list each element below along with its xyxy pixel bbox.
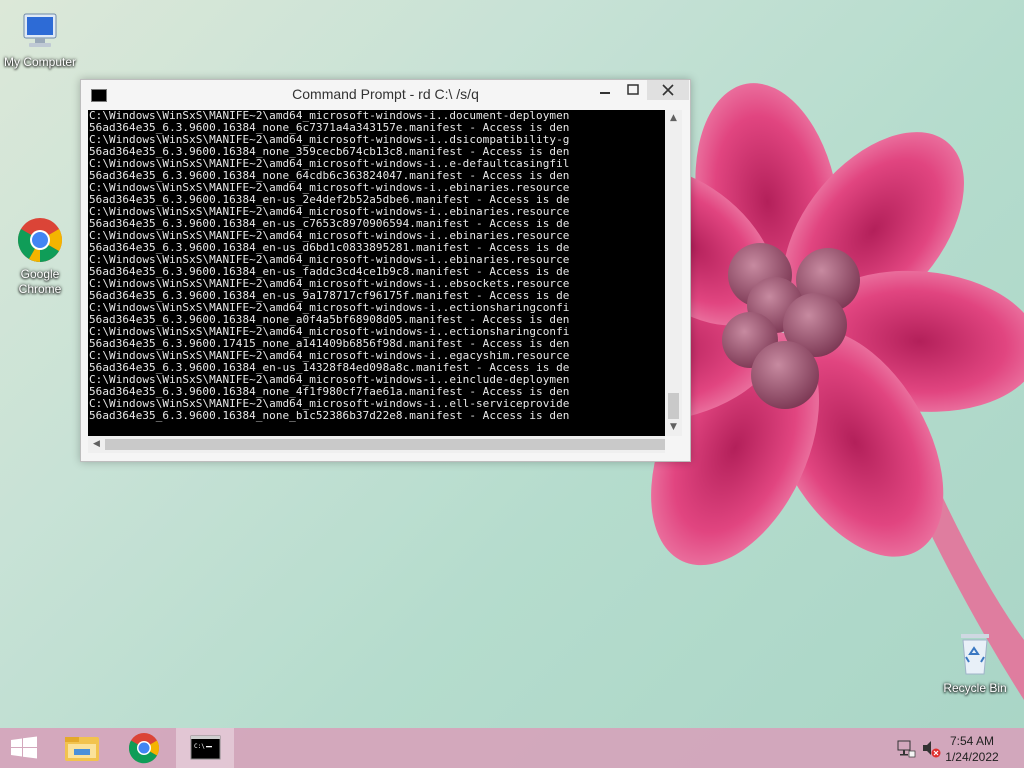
maximize-button[interactable] — [619, 80, 647, 100]
computer-icon — [23, 13, 57, 47]
scroll-left-icon[interactable]: ◀ — [88, 436, 105, 453]
clock-date: 1/24/2022 — [945, 750, 999, 764]
minimize-button[interactable] — [591, 80, 619, 100]
clock-time: 7:54 AM — [949, 734, 995, 748]
recycle-bin-label: Recycle Bin — [943, 681, 1007, 695]
my-computer-shortcut[interactable]: My Computer — [0, 10, 80, 70]
command-prompt-window[interactable]: Command Prompt - rd C:\ /s/q C:\Windows\… — [80, 79, 691, 462]
horizontal-scroll-thumb[interactable] — [105, 439, 665, 450]
vertical-scrollbar[interactable]: ▲ ▼ — [665, 110, 682, 436]
google-chrome-label: Google Chrome — [18, 267, 62, 296]
svg-text:C:\: C:\ — [194, 743, 205, 750]
recycle-bin-shortcut[interactable]: Recycle Bin — [935, 630, 1015, 696]
console-output[interactable]: C:\Windows\WinSxS\MANIFE~2\amd64_microso… — [88, 110, 665, 436]
network-icon[interactable] — [895, 728, 917, 768]
chrome-icon — [18, 218, 62, 262]
horizontal-scrollbar[interactable]: ◀ — [88, 436, 665, 453]
volume-muted-icon[interactable] — [920, 728, 942, 768]
title-bar[interactable]: Command Prompt - rd C:\ /s/q — [81, 80, 690, 110]
console-line: 56ad364e35_6.3.9600.16384_none_b1c52386b… — [89, 409, 570, 422]
file-explorer-icon[interactable] — [58, 728, 106, 768]
taskbar: C:\ 7:54 AM 1/24/2022 — [0, 728, 1024, 768]
scroll-down-icon[interactable]: ▼ — [665, 419, 682, 436]
scroll-up-icon[interactable]: ▲ — [665, 110, 682, 127]
google-chrome-shortcut[interactable]: Google Chrome — [0, 216, 80, 297]
vertical-scroll-thumb[interactable] — [668, 393, 679, 419]
start-button[interactable] — [0, 728, 48, 768]
command-prompt-taskbar-icon[interactable]: C:\ — [176, 728, 234, 768]
chrome-taskbar-icon[interactable] — [120, 728, 168, 768]
recycle-bin-icon — [961, 634, 989, 675]
my-computer-label: My Computer — [3, 55, 77, 69]
close-button[interactable] — [647, 80, 689, 100]
clock[interactable]: 7:54 AM 1/24/2022 — [942, 733, 1002, 765]
